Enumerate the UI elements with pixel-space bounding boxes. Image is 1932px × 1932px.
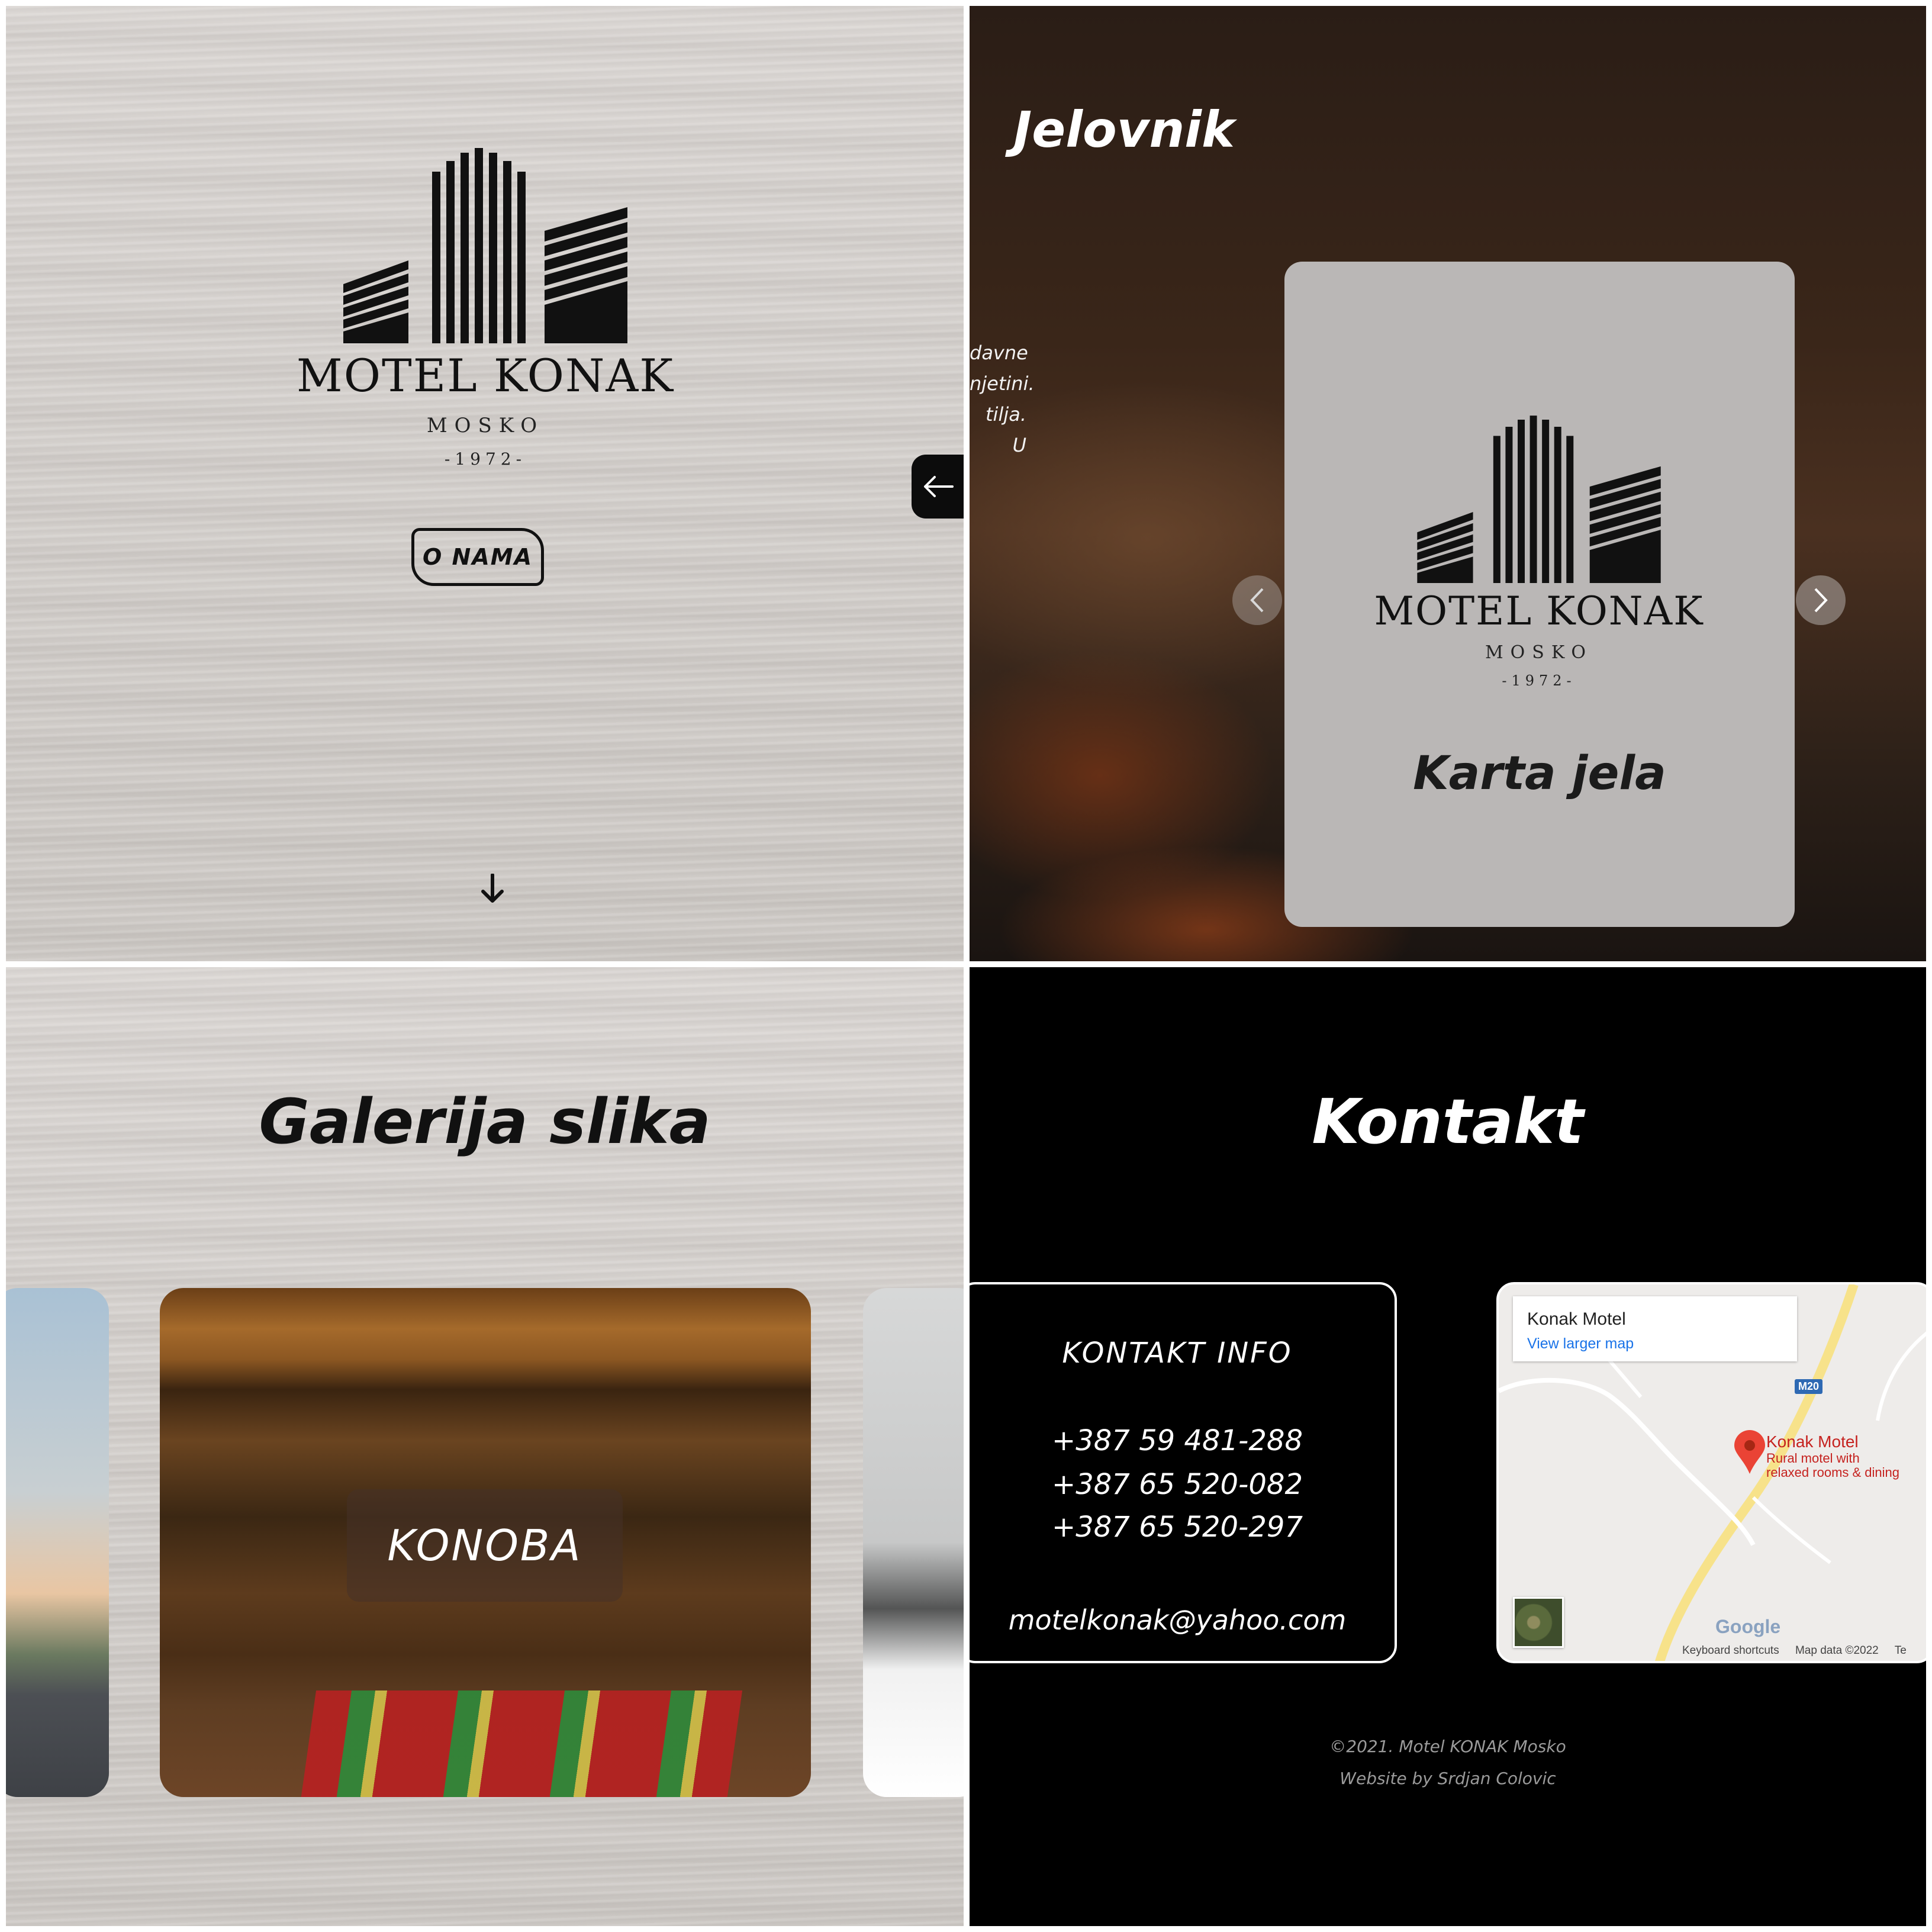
embedded-map[interactable]: Konak Motel View larger map M20 Konak Mo… — [1496, 1282, 1926, 1663]
snippet-line: njetini. — [970, 372, 1035, 395]
email-link[interactable]: motelkonak@yahoo.com — [970, 1604, 1395, 1636]
satellite-toggle[interactable] — [1513, 1597, 1564, 1648]
brand-location: MOSKO — [426, 414, 545, 437]
gallery-slide-current[interactable]: KONOBA — [160, 1288, 811, 1797]
slide-caption: KONOBA — [347, 1489, 623, 1602]
arrow-down-icon[interactable] — [479, 874, 505, 904]
contact-info-heading: KONTAKT INFO — [1062, 1337, 1293, 1370]
buildings-logo-icon — [1417, 416, 1661, 583]
phone-number[interactable]: +387 65 520-297 — [970, 1511, 1395, 1544]
author-credit: Website by Srdjan Colovic — [1339, 1769, 1556, 1788]
marker-desc: Rural motel with — [1766, 1451, 1860, 1466]
brand-year: -1972- — [444, 449, 527, 469]
gallery-slide-prev[interactable] — [6, 1288, 109, 1797]
contact-section: Kontakt KONTAKT INFO +387 59 481-288 +38… — [970, 967, 1926, 1926]
brand-name: MOTEL KONAK — [296, 349, 675, 402]
snippet-line: tilja. U — [986, 403, 1026, 456]
page-footer: ©2021. Motel KONAK Mosko Website by Srdj… — [970, 1731, 1926, 1795]
keyboard-shortcuts-link[interactable]: Keyboard shortcuts — [1682, 1644, 1779, 1657]
buildings-logo-icon — [343, 148, 627, 343]
terms-link[interactable]: Te — [1895, 1644, 1907, 1657]
card-brand-location: MOSKO — [1485, 642, 1593, 663]
menu-text-snippet: davne njetini. tilja. U — [970, 337, 1035, 461]
copyright-text: ©2021. Motel KONAK Mosko — [1329, 1737, 1566, 1756]
menu-card[interactable]: MOTEL KONAK MOSKO -1972- Karta jela — [1284, 262, 1795, 927]
arrow-left-icon — [924, 476, 954, 497]
motel-logo: MOTEL KONAK MOSKO -1972- — [290, 148, 681, 469]
chevron-right-icon — [1814, 588, 1828, 613]
map-data-label: Map data ©2022 — [1795, 1644, 1879, 1657]
view-larger-map-link[interactable]: View larger map — [1527, 1335, 1634, 1353]
map-place-title: Konak Motel — [1527, 1309, 1626, 1329]
menu-title: Jelovnik — [1013, 101, 1235, 159]
google-logo: Google — [1715, 1616, 1781, 1637]
map-marker-label: Konak Motel Rural motel with relaxed roo… — [1766, 1432, 1899, 1480]
gallery-title: Galerija slika — [259, 1086, 711, 1158]
rug-image — [299, 1690, 743, 1797]
marker-name: Konak Motel — [1766, 1432, 1859, 1451]
phone-number[interactable]: +387 59 481-288 — [970, 1424, 1395, 1457]
about-button[interactable]: O NAMA — [411, 528, 544, 586]
gallery-section: Galerija slika KONOBA — [6, 967, 964, 1926]
road-badge: M20 — [1795, 1379, 1823, 1394]
map-info-card: Konak Motel View larger map — [1513, 1296, 1797, 1361]
card-brand-year: -1972- — [1502, 672, 1576, 689]
marker-desc: relaxed rooms & dining — [1766, 1465, 1900, 1480]
map-pin-icon[interactable] — [1733, 1430, 1766, 1475]
contact-info-box: KONTAKT INFO +387 59 481-288 +387 65 520… — [970, 1282, 1397, 1663]
snippet-line: davne — [970, 342, 1028, 364]
card-logo: MOTEL KONAK MOSKO -1972- — [1361, 414, 1717, 689]
card-title: Karta jela — [1413, 747, 1666, 800]
back-tab[interactable] — [912, 455, 964, 519]
menu-section: Jelovnik davne njetini. tilja. U MOTEL K… — [970, 6, 1926, 961]
carousel-next-button[interactable] — [1796, 575, 1846, 625]
hero-section: MOTEL KONAK MOSKO -1972- O NAMA — [6, 6, 964, 961]
carousel-prev-button[interactable] — [1232, 575, 1282, 625]
map-footer: Keyboard shortcuts Map data ©2022 Te — [1682, 1644, 1920, 1657]
contact-title: Kontakt — [1312, 1086, 1584, 1158]
phone-number[interactable]: +387 65 520-082 — [970, 1468, 1395, 1501]
chevron-left-icon — [1250, 588, 1264, 613]
gallery-slide-next[interactable] — [863, 1288, 964, 1797]
card-brand-name: MOTEL KONAK — [1374, 588, 1704, 634]
